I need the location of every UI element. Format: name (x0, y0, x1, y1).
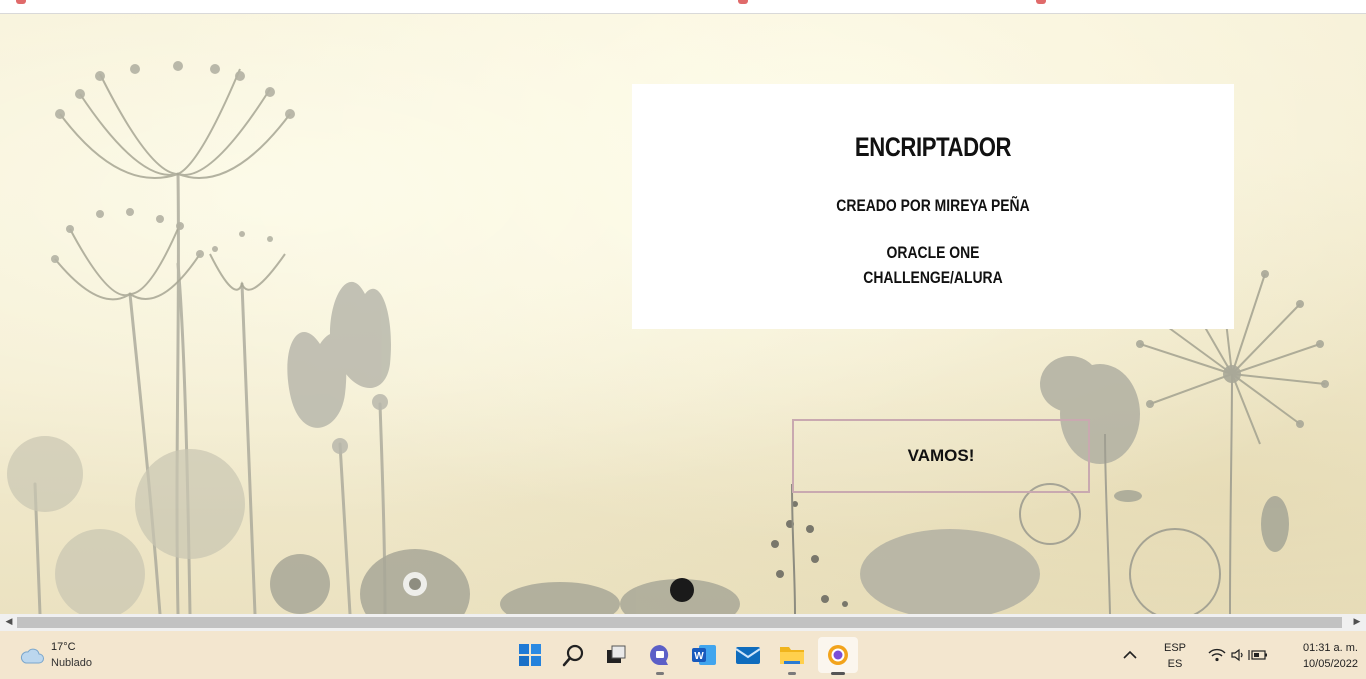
start-button[interactable] (510, 637, 550, 673)
horizontal-scrollbar[interactable]: ◀ ▶ (0, 614, 1366, 631)
weather-temperature: 17°C (51, 641, 76, 653)
keyboard-layout: ES (1167, 658, 1183, 670)
system-status-icons[interactable] (1206, 645, 1270, 665)
file-explorer-button[interactable] (772, 637, 812, 675)
program-credit: ORACLE ONE CHALLENGE/ALURA (686, 240, 1180, 290)
scrollbar-thumb[interactable] (17, 617, 1342, 628)
tab-indicator (16, 0, 26, 4)
task-view-icon (607, 645, 626, 663)
language-code: ESP (1163, 642, 1186, 654)
weather-condition: Nublado (51, 657, 92, 669)
page-viewport: ENCRIPTADOR CREADO POR MIREYA PEÑA ORACL… (0, 14, 1366, 614)
mail-icon (735, 647, 761, 664)
volume-icon (1231, 648, 1243, 662)
chevron-up-icon[interactable] (1120, 645, 1140, 665)
scroll-right-arrow-icon[interactable]: ▶ (1350, 614, 1364, 631)
intro-card: ENCRIPTADOR CREADO POR MIREYA PEÑA ORACL… (632, 84, 1234, 329)
chat-icon (650, 645, 669, 665)
taskbar-app-icons: W (508, 637, 860, 675)
windows-taskbar: 17°C Nublado W ESP ES 01:31 a. m. 10/05/… (0, 631, 1366, 679)
search-button[interactable] (554, 637, 594, 673)
program-credit-line1: ORACLE ONE (886, 243, 980, 262)
program-credit-line2: CHALLENGE/ALURA (863, 268, 1003, 287)
clock-date: 10/05/2022 (1302, 658, 1358, 670)
windows-start-icon (519, 644, 541, 666)
tab-indicator (1036, 0, 1046, 4)
search-icon (562, 644, 584, 667)
task-view-button[interactable] (596, 637, 636, 673)
folder-icon (780, 647, 804, 664)
wifi-icon (1208, 648, 1226, 662)
svg-text:W: W (694, 651, 704, 662)
word-button[interactable]: W (684, 637, 724, 673)
running-indicator (656, 672, 664, 675)
author-credit: CREADO POR MIREYA PEÑA (836, 196, 1030, 215)
system-tray: ESP ES 01:31 a. m. 10/05/2022 (1116, 631, 1366, 679)
weather-widget[interactable]: 17°C Nublado (18, 639, 138, 673)
scroll-left-arrow-icon[interactable]: ◀ (2, 614, 16, 631)
running-indicator (788, 672, 796, 675)
chat-button[interactable] (640, 637, 680, 675)
running-indicator (831, 672, 845, 675)
battery-icon (1248, 650, 1267, 660)
mail-button[interactable] (728, 637, 768, 673)
vamos-button[interactable]: VAMOS! (792, 419, 1090, 493)
page-title: ENCRIPTADOR (854, 132, 1012, 162)
browser-top-strip (0, 0, 1366, 14)
browser-icon (828, 645, 848, 665)
browser-button[interactable] (818, 637, 858, 675)
clock[interactable]: 01:31 a. m. 10/05/2022 (1278, 640, 1358, 672)
tab-indicator (738, 0, 748, 4)
clock-time: 01:31 a. m. (1302, 642, 1358, 654)
cloud-icon (20, 648, 44, 664)
word-icon: W (692, 645, 716, 665)
language-indicator[interactable]: ESP ES (1160, 640, 1190, 672)
